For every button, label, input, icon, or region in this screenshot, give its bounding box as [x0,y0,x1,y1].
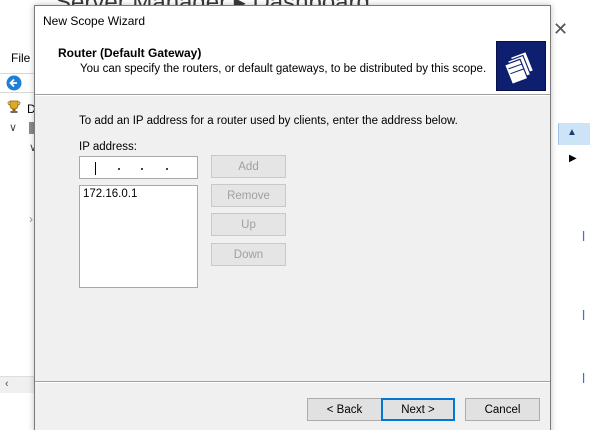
dialog-title: New Scope Wizard [43,14,146,28]
wizard-header: Router (Default Gateway) You can specify… [35,35,550,95]
page-heading: Router (Default Gateway) [58,46,202,60]
down-button[interactable]: Down [211,243,286,266]
new-scope-wizard-dialog: New Scope Wizard Router (Default Gateway… [34,5,551,430]
instructions-text: To add an IP address for a router used b… [79,115,458,127]
header-divider [35,95,550,96]
back-button[interactable]: < Back [307,398,382,421]
list-item[interactable]: 172.16.0.1 [83,188,137,200]
ip-octet-separator [118,168,120,170]
close-icon[interactable]: ✕ [553,20,568,38]
add-button[interactable]: Add [211,155,286,178]
remove-button[interactable]: Remove [211,184,286,207]
up-button[interactable]: Up [211,213,286,236]
ip-address-input[interactable] [79,156,198,179]
router-list[interactable]: 172.16.0.1 [79,185,198,288]
dialog-titlebar[interactable]: New Scope Wizard [35,6,550,35]
text-caret [95,162,96,175]
chevron-down-icon[interactable]: ∨ [9,121,17,134]
trophy-server-icon [7,100,21,113]
next-button[interactable]: Next > [381,398,455,421]
triangle-up-icon[interactable]: ▲ [567,127,577,138]
link-fragment[interactable]: l [582,307,585,323]
menu-file[interactable]: File [11,51,30,65]
ip-address-label: IP address: [79,141,137,153]
triangle-right-icon[interactable]: ▶ [569,153,577,164]
ip-octet-separator [141,168,143,170]
back-arrow-icon[interactable] [6,75,26,91]
page-subheading: You can specify the routers, or default … [80,63,487,75]
scroll-left-icon[interactable]: ‹ [5,378,9,390]
ip-octet-separator [166,168,168,170]
link-fragment[interactable]: l [582,370,585,386]
link-fragment[interactable]: l [582,228,585,244]
footer-divider [35,381,550,382]
cancel-button[interactable]: Cancel [465,398,540,421]
folders-icon [496,41,546,91]
chevron-right-icon[interactable]: › [29,212,33,226]
